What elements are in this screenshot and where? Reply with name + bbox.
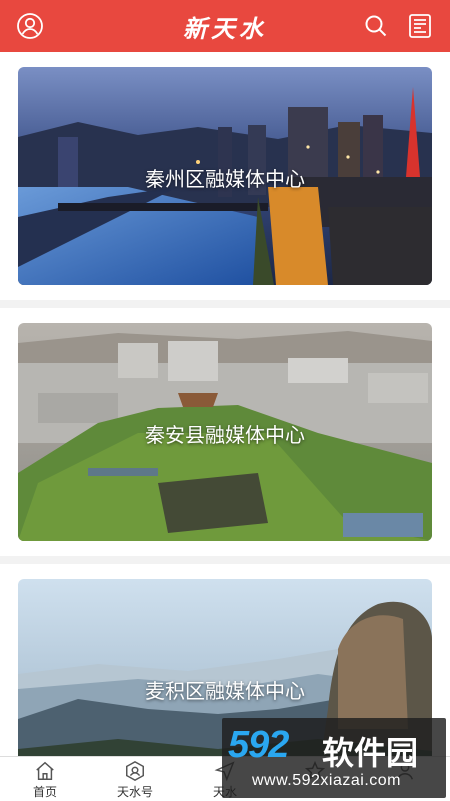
search-button[interactable] bbox=[362, 12, 390, 40]
tab-tianshui-hao[interactable]: 天水号 bbox=[90, 757, 180, 801]
watermark-brand: 592 bbox=[228, 724, 289, 766]
channel-card-qinan[interactable]: 秦安县融媒体中心 bbox=[0, 308, 450, 556]
watermark-name: 软件园 bbox=[322, 734, 419, 772]
channel-label: 秦安县融媒体中心 bbox=[145, 423, 305, 447]
news-button[interactable] bbox=[406, 12, 434, 40]
channel-label: 麦积区融媒体中心 bbox=[145, 679, 305, 703]
channel-feed: 秦州区融媒体中心 秦安县融媒体中心 麦积区融媒体中心 bbox=[0, 52, 450, 756]
channel-image-qinzhou: 秦州区融媒体中心 bbox=[18, 67, 432, 285]
tab-tianshui-hao-label: 天水号 bbox=[116, 785, 153, 799]
watermark: 592 软件园 www.592xiazai.com bbox=[222, 718, 446, 798]
top-bar: 新天水 bbox=[0, 0, 450, 52]
search-icon bbox=[365, 15, 387, 37]
tab-home[interactable]: 首页 bbox=[0, 757, 90, 801]
badge-icon bbox=[126, 760, 144, 782]
channel-card-qinzhou[interactable]: 秦州区融媒体中心 bbox=[0, 52, 450, 300]
tab-home-label: 首页 bbox=[32, 785, 57, 799]
home-icon bbox=[36, 761, 54, 780]
channel-label: 秦州区融媒体中心 bbox=[145, 167, 305, 191]
channel-image-qinan: 秦安县融媒体中心 bbox=[18, 323, 432, 541]
newspaper-icon bbox=[409, 14, 431, 38]
watermark-url: www.592xiazai.com bbox=[252, 772, 401, 789]
